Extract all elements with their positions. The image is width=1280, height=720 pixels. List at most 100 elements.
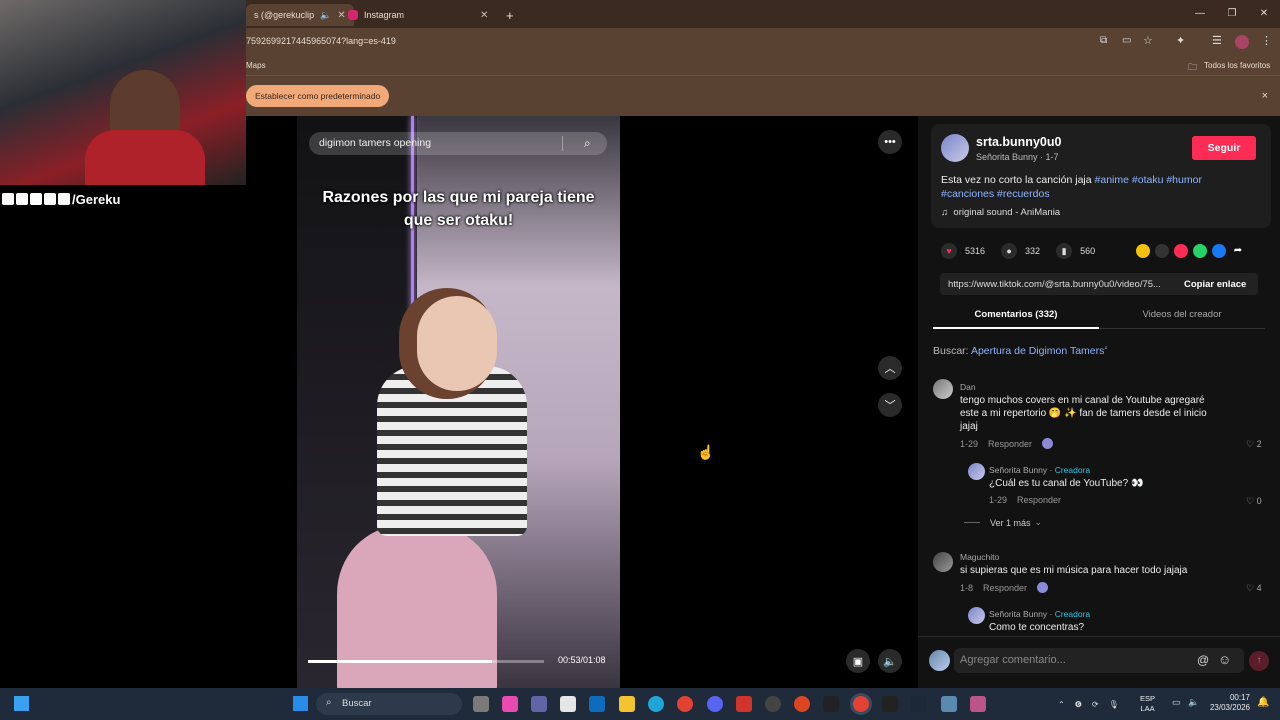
close-window-icon[interactable]: ✕: [1248, 0, 1280, 28]
comment-like[interactable]: ♡ 4: [1246, 583, 1262, 594]
hashtag[interactable]: #humor: [1166, 174, 1202, 186]
comment-author[interactable]: Maguchito: [960, 552, 999, 562]
app-g-icon[interactable]: [882, 696, 898, 712]
avatar[interactable]: [968, 607, 985, 624]
sync-icon[interactable]: ⟳: [1092, 700, 1099, 709]
cast-icon[interactable]: ▭: [1122, 35, 1131, 46]
url-field[interactable]: 7592699217445965074?lang=es-419: [246, 36, 396, 46]
suggest-term[interactable]: Apertura de Digimon Tamers: [971, 345, 1104, 357]
comment-like[interactable]: ♡ 0: [1246, 496, 1262, 507]
store-icon[interactable]: [560, 696, 576, 712]
tab-creator-videos[interactable]: Videos del creador: [1099, 309, 1265, 320]
restore-icon[interactable]: ❐: [1216, 0, 1248, 28]
author-username[interactable]: srta.bunny0u0: [976, 135, 1061, 149]
widgets-icon[interactable]: [14, 696, 29, 711]
minimize-icon[interactable]: —: [1184, 0, 1216, 28]
tab-comments[interactable]: Comentarios (332): [933, 309, 1099, 320]
profile-avatar[interactable]: [1235, 35, 1249, 49]
copy-link-button[interactable]: Copiar enlace: [1184, 279, 1246, 290]
volume-icon[interactable]: 🔈: [1188, 697, 1199, 708]
comment-author[interactable]: Señorita Bunny · Creadora: [989, 609, 1090, 619]
emoji-icon[interactable]: ☺: [1218, 652, 1231, 667]
speaker-icon[interactable]: 🔈: [320, 10, 331, 21]
like-stat[interactable]: ♥ 5316: [941, 243, 985, 259]
whatsapp-icon[interactable]: [1193, 244, 1207, 258]
app-dark-icon[interactable]: [823, 696, 839, 712]
file-explorer-icon[interactable]: [619, 696, 635, 712]
send-icon[interactable]: [1174, 244, 1188, 258]
taskbar-search[interactable]: Buscar: [316, 693, 462, 715]
comment-author[interactable]: Dan: [960, 382, 976, 392]
comment-like[interactable]: ♡ 2: [1246, 439, 1262, 450]
facebook-icon[interactable]: [1212, 244, 1226, 258]
tab-instagram[interactable]: Instagram ✕: [348, 4, 488, 26]
hashtag[interactable]: #recuerdos: [997, 188, 1050, 200]
close-icon[interactable]: ✕: [337, 10, 345, 21]
view-more-replies[interactable]: Ver 1 más ⌄: [964, 517, 1042, 528]
teams-icon[interactable]: [531, 696, 547, 712]
notification-bell-icon[interactable]: 🔔: [1257, 697, 1269, 708]
mic-icon[interactable]: 🎙: [1109, 700, 1119, 709]
avatar[interactable]: [933, 379, 953, 399]
clock[interactable]: 00:17 23/03/2026: [1206, 693, 1250, 713]
tab-tiktok[interactable]: s (@gerekuclip 🔈 ✕: [246, 4, 354, 26]
progress-bar[interactable]: [308, 660, 544, 663]
hashtag[interactable]: #anime: [1095, 174, 1129, 186]
network-icon[interactable]: ▭: [1172, 697, 1181, 708]
language-indicator[interactable]: ESP LAA: [1140, 694, 1155, 714]
avatar[interactable]: [968, 463, 985, 480]
close-icon[interactable]: ×: [1262, 90, 1268, 102]
app-window-icon[interactable]: [941, 696, 957, 712]
embed-icon[interactable]: [1155, 244, 1169, 258]
search-suggestion[interactable]: Buscar: Apertura de Digimon Tamers⌕: [933, 345, 1108, 357]
extensions-icon[interactable]: ✦: [1176, 34, 1185, 47]
translate-icon[interactable]: ⧉: [1100, 35, 1107, 46]
obs-icon[interactable]: [765, 696, 781, 712]
tab-search-icon[interactable]: ☰: [1212, 34, 1222, 47]
discord-icon[interactable]: [707, 696, 723, 712]
app-red-icon[interactable]: [736, 696, 752, 712]
menu-icon[interactable]: ⋮: [1261, 34, 1272, 47]
video-link[interactable]: https://www.tiktok.com/@srta.bunny0u0/vi…: [948, 279, 1172, 290]
more-options-button[interactable]: •••: [878, 130, 902, 154]
task-view-icon[interactable]: [473, 696, 489, 712]
author-avatar[interactable]: [941, 134, 969, 162]
follow-button[interactable]: Seguir: [1192, 136, 1256, 160]
send-button[interactable]: ↑: [1249, 651, 1269, 671]
next-video-button[interactable]: ﹀: [878, 393, 902, 417]
start-button[interactable]: [293, 696, 308, 711]
all-bookmarks[interactable]: Todos los favoritos: [1204, 61, 1270, 70]
edge-icon[interactable]: [648, 696, 664, 712]
app-record-icon[interactable]: [794, 696, 810, 712]
previous-video-button[interactable]: ︿: [878, 356, 902, 380]
hashtag[interactable]: #otaku: [1132, 174, 1164, 186]
volume-button[interactable]: 🔈: [878, 649, 902, 673]
copilot-icon[interactable]: [502, 696, 518, 712]
mention-icon[interactable]: @: [1197, 653, 1209, 667]
mail-icon[interactable]: [589, 696, 605, 712]
bookmark-maps[interactable]: Maps: [246, 61, 266, 70]
star-icon[interactable]: ☆: [1143, 34, 1153, 47]
reply-button[interactable]: Responder: [983, 583, 1027, 593]
chrome-icon[interactable]: [677, 696, 693, 712]
reply-button[interactable]: Responder: [988, 439, 1032, 449]
set-default-button[interactable]: Establecer como predeterminado: [246, 85, 390, 107]
comment-stat[interactable]: ● 332: [1001, 243, 1040, 259]
video-player[interactable]: digimon tamers opening ⌕ Razones por las…: [297, 116, 620, 688]
sound-link[interactable]: ♫ original sound - AniMania: [941, 207, 1060, 218]
pip-button[interactable]: ▣: [846, 649, 870, 673]
close-icon[interactable]: ✕: [480, 10, 488, 21]
steam-icon[interactable]: [911, 696, 927, 712]
share-arrow-icon[interactable]: ➦: [1231, 244, 1245, 258]
chevron-up-icon[interactable]: ⌃: [1058, 700, 1065, 709]
tray-app-icon[interactable]: ❻: [1075, 700, 1082, 709]
reply-button[interactable]: Responder: [1017, 495, 1061, 505]
comment-author[interactable]: Señorita Bunny · Creadora: [989, 465, 1090, 475]
app-pink-icon[interactable]: [970, 696, 986, 712]
new-tab-button[interactable]: +: [506, 4, 514, 26]
chrome-active-icon[interactable]: [853, 696, 869, 712]
avatar[interactable]: [933, 552, 953, 572]
save-stat[interactable]: ▮ 560: [1056, 243, 1095, 259]
search-icon[interactable]: ⌕: [584, 136, 591, 151]
hashtag[interactable]: #canciones: [941, 188, 994, 200]
